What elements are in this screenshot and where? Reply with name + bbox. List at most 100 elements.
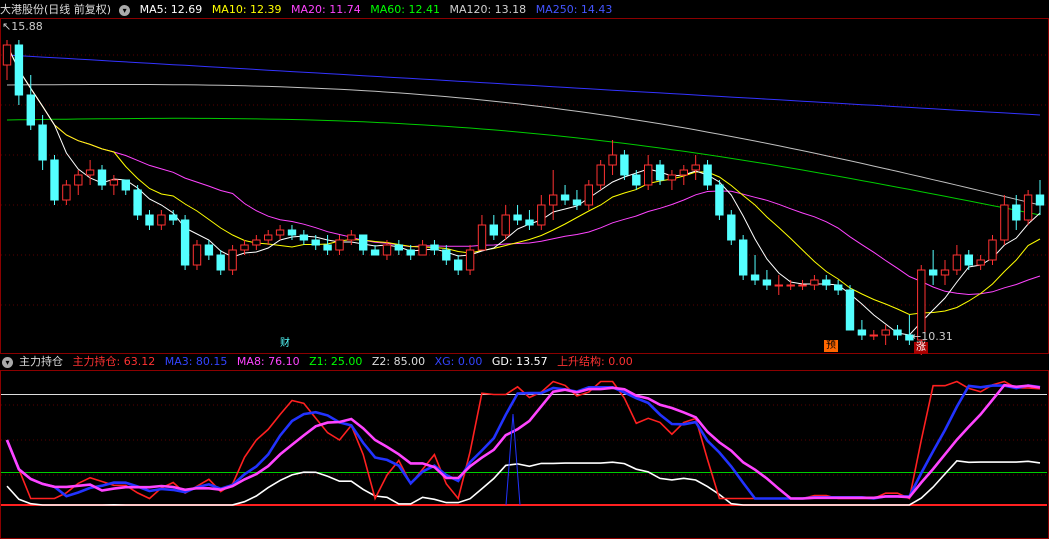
ma120-line (6, 84, 1041, 206)
candle-down (703, 164, 712, 186)
candle-down (655, 164, 665, 181)
legend-gd: GD: 13.57 (491, 355, 548, 368)
candle-down (204, 244, 214, 256)
candle-down (715, 184, 724, 216)
candle-down (762, 279, 772, 286)
candle-up (2, 44, 12, 66)
candle-down (834, 284, 843, 291)
candle-up (691, 164, 700, 171)
legend-ma3: MA3: 80.15 (164, 355, 228, 368)
candle-up (798, 284, 807, 287)
indicator-name[interactable]: 主力持仓 (19, 355, 63, 368)
limit-up-tag[interactable]: 涨 (914, 342, 928, 354)
candle-down (311, 239, 320, 246)
candle-down (845, 289, 855, 331)
ma5-line (6, 44, 1041, 336)
candle-up (774, 284, 783, 287)
candle-down (620, 154, 629, 176)
candle-up (418, 244, 427, 256)
candle-up (85, 169, 95, 176)
candle-up (109, 179, 119, 186)
candle-up (596, 164, 605, 186)
high-price-value: 15.88 (11, 20, 43, 33)
candle-down (145, 214, 154, 226)
candle-down (97, 169, 107, 186)
candle-up (537, 204, 546, 226)
arrow-icon: ↖ (2, 20, 12, 33)
legend-ma120: MA120: 13.18 (449, 3, 527, 16)
financial-report-tag[interactable]: 财 (278, 338, 292, 350)
candle-up (976, 259, 985, 266)
candle-down (26, 94, 36, 126)
candle-down (133, 189, 142, 216)
candle-down (406, 249, 415, 256)
legend-ma250: MA250: 14.43 (535, 3, 613, 16)
candle-up (881, 329, 890, 336)
chevron-down-icon[interactable]: ▾ (2, 356, 13, 368)
candle-down (323, 244, 332, 251)
candle-down (822, 279, 831, 286)
legend-z2: Z2: 85.00 (371, 355, 426, 368)
candle-down (359, 234, 368, 251)
candle-up (335, 239, 344, 251)
candle-up (644, 164, 653, 186)
candle-up (584, 184, 593, 206)
candle-up (240, 244, 249, 251)
candle-down (299, 234, 309, 241)
candle-down (14, 44, 24, 96)
candle-up (264, 234, 273, 241)
legend-ma10: MA10: 12.39 (211, 3, 282, 16)
candle-down (727, 214, 736, 241)
ma20-line (6, 44, 1041, 296)
sub-legend: ▾ 主力持仓 主力持仓: 63.12 MA3: 80.15 MA8: 76.10 … (0, 354, 639, 370)
candle-down (489, 224, 499, 236)
candle-up (549, 194, 558, 206)
candle-down (513, 214, 522, 221)
candle-up (192, 244, 202, 266)
candle-up (347, 234, 356, 241)
price-mode: (日线 前复权) (44, 3, 112, 16)
forecast-tag[interactable]: 预 (824, 340, 838, 352)
legend-ma8: MA8: 76.10 (236, 355, 300, 368)
candle-down (750, 274, 760, 281)
ma60-line (6, 117, 1041, 216)
candle-up (228, 249, 237, 271)
candle-down (287, 229, 297, 236)
candle-down (560, 194, 570, 201)
candle-up (1000, 204, 1009, 241)
candle-up (275, 229, 285, 236)
candle-down (180, 219, 190, 266)
legend-ma60: MA60: 12.41 (370, 3, 440, 16)
candle-down (1012, 204, 1021, 221)
candle-up (940, 269, 950, 276)
candle-up (252, 239, 261, 246)
candle-up (1023, 194, 1033, 221)
stock-name: 大港股份 (0, 3, 44, 16)
legend-xg: XG: 0.00 (434, 355, 483, 368)
candle-down (739, 239, 748, 276)
high-price-label: ↖15.88 (2, 20, 43, 33)
candle-down (394, 244, 404, 251)
candle-up (988, 239, 997, 261)
candle-up (667, 174, 677, 181)
candle-up (465, 249, 475, 271)
candle-down (525, 219, 534, 226)
ma3-line (5, 384, 1041, 500)
candle-up (679, 169, 688, 176)
candle-up (869, 334, 878, 337)
candle-up (786, 284, 795, 287)
legend-z1: Z1: 25.00 (309, 355, 363, 368)
candle-down (857, 329, 867, 336)
chevron-down-icon[interactable]: ▾ (119, 4, 131, 16)
candle-up (62, 184, 71, 201)
kline-chart[interactable] (0, 0, 1049, 539)
candle-down (169, 214, 178, 221)
candle-up (608, 154, 617, 166)
gd-line (6, 459, 1041, 506)
candle-down (50, 159, 59, 201)
candle-down (442, 249, 451, 261)
candle-down (454, 259, 463, 271)
legend-ssjg: 上升结构: 0.00 (557, 355, 633, 368)
legend-ma20: MA20: 11.74 (291, 3, 361, 16)
main-legend: 大港股份(日线 前复权) ▾ MA5: 12.69 MA10: 12.39 MA2… (0, 2, 618, 18)
